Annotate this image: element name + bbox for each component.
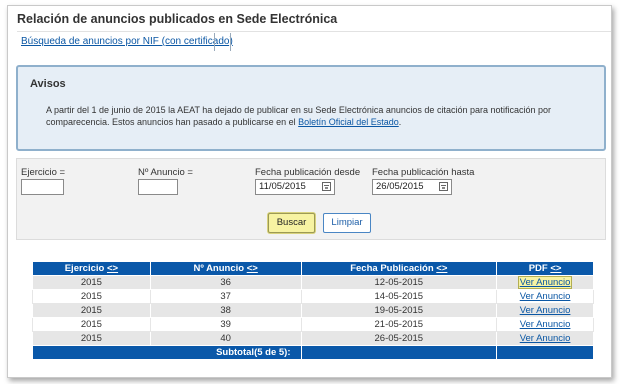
ejercicio-label: Ejercicio = xyxy=(21,167,66,178)
results-table: Ejercicio <> Nº Anuncio <> Fecha Publica… xyxy=(32,261,594,360)
clear-button[interactable]: Limpiar xyxy=(323,213,371,233)
sort-icon[interactable]: <> xyxy=(107,263,118,274)
page-title: Relación de anuncios publicados en Sede … xyxy=(17,12,338,26)
subtotal-label: Subtotal(5 de 5): xyxy=(32,345,302,360)
cell-ejercicio: 2015 xyxy=(32,289,151,304)
cell-ejercicio: 2015 xyxy=(32,317,151,332)
cell-anuncio: 37 xyxy=(149,289,302,304)
cell-anuncio: 39 xyxy=(149,317,302,332)
ejercicio-input[interactable] xyxy=(21,179,64,195)
cell-fecha: 26-05-2015 xyxy=(300,331,498,346)
sort-icon[interactable]: <> xyxy=(247,263,258,274)
ver-anuncio-link[interactable]: Ver Anuncio xyxy=(520,291,571,302)
cell-fecha: 14-05-2015 xyxy=(300,289,498,304)
fecha-hasta-value: 26/05/2015 xyxy=(376,181,424,192)
fecha-hasta-label: Fecha publicación hasta xyxy=(372,167,475,178)
table-row: 2015 40 26-05-2015 Ver Anuncio xyxy=(32,331,594,346)
cell-ejercicio: 2015 xyxy=(32,303,151,318)
subtotal-row: Subtotal(5 de 5): xyxy=(32,345,594,360)
calendar-icon[interactable] xyxy=(439,182,448,191)
notice-text-end: . xyxy=(398,117,402,127)
col-ejercicio-header[interactable]: Ejercicio <> xyxy=(32,261,151,276)
col-anuncio-label: Nº Anuncio xyxy=(193,263,245,274)
boe-link[interactable]: Boletín Oficial del Estado xyxy=(298,117,399,127)
ver-anuncio-link[interactable]: Ver Anuncio xyxy=(517,276,573,289)
sort-icon[interactable]: <> xyxy=(436,263,447,274)
cell-anuncio: 36 xyxy=(149,275,302,290)
notice-title: Avisos xyxy=(30,78,66,90)
anuncio-label: Nº Anuncio = xyxy=(138,167,193,178)
cell-ejercicio: 2015 xyxy=(32,275,151,290)
ver-anuncio-link[interactable]: Ver Anuncio xyxy=(520,319,571,330)
col-fecha-header[interactable]: Fecha Publicación <> xyxy=(300,261,498,276)
nif-search-link[interactable]: Búsqueda de anuncios por NIF (con certif… xyxy=(21,36,233,47)
cell-anuncio: 40 xyxy=(149,331,302,346)
cell-pdf: Ver Anuncio xyxy=(496,331,594,346)
notice-text: A partir del 1 de junio de 2015 la AEAT … xyxy=(46,104,586,128)
col-fecha-label: Fecha Publicación xyxy=(350,263,434,274)
col-pdf-label: PDF xyxy=(528,263,548,274)
cell-pdf: Ver Anuncio xyxy=(496,275,594,290)
search-button[interactable]: Buscar xyxy=(268,213,315,233)
cell-ejercicio: 2015 xyxy=(32,331,151,346)
cell-anuncio: 38 xyxy=(149,303,302,318)
title-divider xyxy=(17,31,611,32)
fecha-desde-label: Fecha publicación desde xyxy=(255,167,361,178)
sort-icon[interactable]: <> xyxy=(550,263,561,274)
anuncio-input[interactable] xyxy=(138,179,178,195)
cell-pdf: Ver Anuncio xyxy=(496,289,594,304)
table-row: 2015 39 21-05-2015 Ver Anuncio xyxy=(32,317,594,332)
subtotal-empty xyxy=(496,345,594,360)
ver-anuncio-link[interactable]: Ver Anuncio xyxy=(520,333,571,344)
col-anuncio-header[interactable]: Nº Anuncio <> xyxy=(149,261,302,276)
cell-pdf: Ver Anuncio xyxy=(496,303,594,318)
page-frame: Relación de anuncios publicados en Sede … xyxy=(7,5,612,378)
subtotal-empty xyxy=(300,345,498,360)
table-row: 2015 38 19-05-2015 Ver Anuncio xyxy=(32,303,594,318)
table-row: 2015 36 12-05-2015 Ver Anuncio xyxy=(32,275,594,290)
col-pdf-header[interactable]: PDF <> xyxy=(496,261,594,276)
fecha-desde-value: 11/05/2015 xyxy=(259,181,306,192)
cell-fecha: 12-05-2015 xyxy=(300,275,498,290)
calendar-icon[interactable] xyxy=(322,182,331,191)
search-filters: Ejercicio = Nº Anuncio = Fecha publicaci… xyxy=(16,158,606,240)
table-row: 2015 37 14-05-2015 Ver Anuncio xyxy=(32,289,594,304)
col-ejercicio-label: Ejercicio xyxy=(64,263,105,274)
ver-anuncio-link[interactable]: Ver Anuncio xyxy=(520,305,571,316)
nav-separator xyxy=(230,33,231,51)
nav-separator xyxy=(214,33,215,51)
cell-fecha: 19-05-2015 xyxy=(300,303,498,318)
fecha-hasta-input[interactable]: 26/05/2015 xyxy=(372,179,452,195)
notice-box: Avisos A partir del 1 de junio de 2015 l… xyxy=(16,65,606,151)
cell-fecha: 21-05-2015 xyxy=(300,317,498,332)
table-header-row: Ejercicio <> Nº Anuncio <> Fecha Publica… xyxy=(32,261,594,276)
cell-pdf: Ver Anuncio xyxy=(496,317,594,332)
fecha-desde-input[interactable]: 11/05/2015 xyxy=(255,179,335,195)
